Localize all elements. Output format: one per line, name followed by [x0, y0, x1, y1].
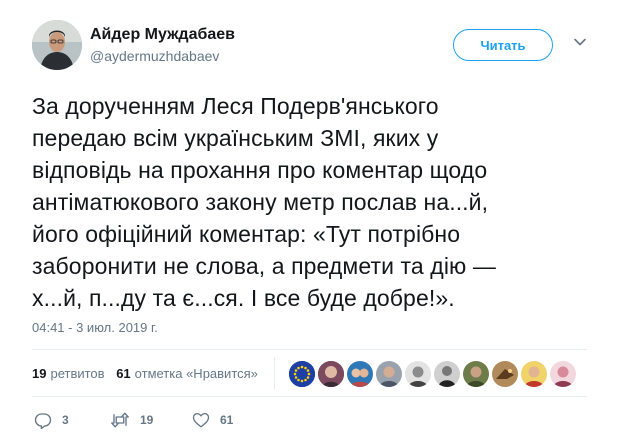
retweets-stat-label: ретвитов — [50, 366, 105, 381]
liker-avatar[interactable] — [317, 360, 345, 388]
divider — [274, 357, 275, 389]
likes-stat-label: отметка «Нравится» — [134, 366, 258, 381]
liker-avatar[interactable] — [491, 360, 519, 388]
reply-count: 3 — [62, 413, 69, 427]
liker-avatar[interactable] — [375, 360, 403, 388]
liker-avatar[interactable] — [346, 360, 374, 388]
like-button[interactable]: 61 — [192, 410, 233, 430]
liker-avatar[interactable] — [462, 360, 490, 388]
author-display-name[interactable]: Айдер Муждабаев — [90, 25, 235, 45]
retweets-stat[interactable]: 19 ретвитов — [32, 366, 105, 381]
retweet-count: 19 — [140, 413, 154, 427]
tweet-stats: 19 ретвитов 61 отметка «Нравится» — [32, 366, 266, 381]
divider — [32, 396, 587, 397]
liker-avatar[interactable] — [520, 360, 548, 388]
liker-avatar[interactable] — [288, 360, 316, 388]
liker-avatar[interactable] — [549, 360, 577, 388]
chevron-down-icon[interactable] — [573, 35, 587, 49]
tweet-header: Айдер Муждабаев @aydermuzhdabaev Читать — [32, 20, 592, 72]
retweet-button[interactable]: 19 — [110, 410, 153, 430]
retweets-stat-count: 19 — [32, 366, 47, 381]
author-names: Айдер Муждабаев @aydermuzhdabaev — [90, 25, 235, 65]
likes-stat-count: 61 — [116, 366, 131, 381]
tweet-card: Айдер Муждабаев @aydermuzhdabaev Читать … — [0, 0, 619, 439]
likes-stat[interactable]: 61 отметка «Нравится» — [116, 366, 258, 381]
reply-icon — [34, 411, 52, 429]
tweet-text: За дорученням Леся Подерв'янського перед… — [32, 93, 496, 311]
reply-button[interactable]: 3 — [34, 410, 69, 430]
tweet-timestamp[interactable]: 04:41 - 3 июл. 2019 г. — [32, 320, 158, 335]
retweet-icon — [110, 411, 130, 429]
follow-button[interactable]: Читать — [453, 29, 553, 61]
avatar[interactable] — [32, 20, 82, 70]
author-handle[interactable]: @aydermuzhdabaev — [90, 47, 235, 65]
divider — [32, 349, 587, 350]
heart-icon — [192, 411, 210, 429]
liker-avatar[interactable] — [404, 360, 432, 388]
liker-avatar[interactable] — [433, 360, 461, 388]
like-count: 61 — [220, 413, 234, 427]
